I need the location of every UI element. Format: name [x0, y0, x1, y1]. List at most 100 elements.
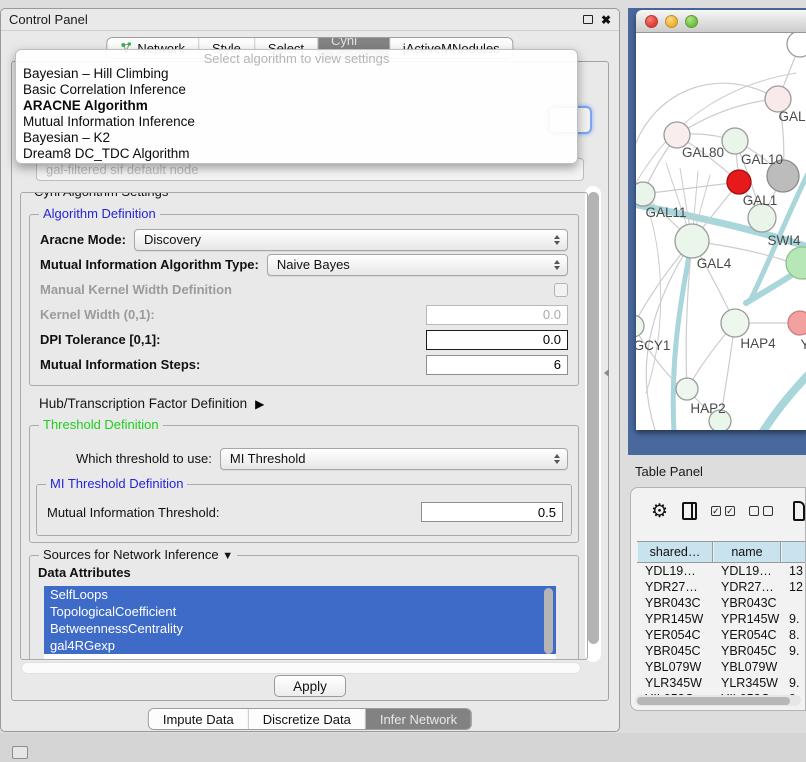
- algorithm-option[interactable]: Dream8 DC_TDC Algorithm: [16, 146, 577, 162]
- application-background: Control Panel ✖ NetworkStyleSelectCyni T…: [0, 0, 806, 762]
- attribute-list-item[interactable]: TopologicalCoefficient: [44, 603, 556, 620]
- aracne-mode-label: Aracne Mode:: [40, 232, 126, 247]
- kernel-width-field[interactable]: 0.0: [426, 305, 568, 325]
- data-attributes-list[interactable]: SelfLoopsTopologicalCoefficientBetweenne…: [44, 586, 556, 660]
- network-node[interactable]: [675, 224, 709, 258]
- tab-infer-network[interactable]: Infer Network: [366, 709, 471, 729]
- panel-splitter-handle[interactable]: [604, 369, 609, 377]
- network-node[interactable]: [636, 315, 644, 337]
- aracne-mode-combo[interactable]: Discovery: [134, 229, 568, 251]
- table-horizontal-scrollbar[interactable]: [635, 695, 801, 706]
- minimize-traffic-light-icon[interactable]: [665, 15, 678, 28]
- hub-definition-expander[interactable]: Hub/Transcription Factor Definition ▶: [39, 396, 264, 411]
- which-threshold-combo[interactable]: MI Threshold: [220, 448, 568, 470]
- kernel-width-label: Kernel Width (0,1):: [40, 307, 155, 322]
- scrollbar-thumb[interactable]: [588, 192, 599, 644]
- column-header[interactable]: name: [713, 542, 781, 562]
- table-row[interactable]: YPR145WYPR145W9.: [637, 611, 806, 627]
- network-node[interactable]: [748, 204, 776, 232]
- dpi-tolerance-field[interactable]: 0.0: [426, 330, 568, 350]
- network-graph: GALGAL80GAL10GAL11GAL1SWI4GAL4GCY1HAP4YH…: [636, 33, 806, 430]
- column-header[interactable]: [781, 542, 806, 562]
- close-icon[interactable]: ✖: [601, 14, 611, 26]
- table-header-row: shared…name: [637, 541, 806, 563]
- network-node[interactable]: [721, 309, 749, 337]
- network-node[interactable]: [636, 182, 655, 206]
- combo-spinner-icon: [554, 454, 560, 464]
- table-row[interactable]: YBR043CYBR043C: [637, 595, 806, 611]
- algorithm-option[interactable]: Mutual Information Inference: [16, 114, 577, 130]
- table-row[interactable]: YLR345WYLR345W9.: [637, 675, 806, 691]
- attribute-list-item[interactable]: SelfLoops: [44, 586, 556, 603]
- combo-spinner-icon: [554, 235, 560, 245]
- algorithm-option[interactable]: ARACNE Algorithm: [16, 98, 577, 114]
- network-edge-thick[interactable]: [762, 369, 806, 430]
- table-cell: YER054C: [713, 627, 781, 643]
- table-row[interactable]: YBR045CYBR045C9.: [637, 643, 806, 659]
- table-row[interactable]: YDR27…YDR27…12: [637, 579, 806, 595]
- group-title: Threshold Definition: [39, 417, 163, 432]
- restore-panel-icon[interactable]: [12, 746, 28, 759]
- table-row[interactable]: YDL19…YDL19…13: [637, 563, 806, 579]
- table-row[interactable]: YBL079WYBL079W: [637, 659, 806, 675]
- group-title: Cyni Algorithm Settings: [30, 192, 172, 199]
- algorithm-option[interactable]: Bayesian – K2: [16, 130, 577, 146]
- mi-algorithm-type-combo[interactable]: Naive Bayes: [267, 254, 568, 276]
- network-node[interactable]: [676, 378, 698, 400]
- network-window-titlebar[interactable]: [636, 10, 806, 33]
- network-canvas[interactable]: GALGAL80GAL10GAL11GAL1SWI4GAL4GCY1HAP4YH…: [636, 33, 806, 430]
- sources-expander[interactable]: Sources for Network Inference ▼: [39, 547, 237, 562]
- network-edge[interactable]: [643, 182, 739, 194]
- network-edge[interactable]: [636, 326, 677, 384]
- manual-kernel-checkbox[interactable]: [554, 283, 568, 297]
- network-node[interactable]: [727, 170, 751, 194]
- table-cell: 13: [781, 563, 806, 579]
- scrollbar-thumb[interactable]: [637, 697, 790, 705]
- combo-spinner-icon: [554, 260, 560, 270]
- table-cell: YBL079W: [713, 659, 781, 675]
- settings-horizontal-scrollbar[interactable]: [21, 662, 581, 674]
- node-label: Y: [800, 337, 806, 352]
- column-header[interactable]: shared…: [637, 542, 713, 562]
- tab-discretize-data[interactable]: Discretize Data: [249, 709, 366, 729]
- cyni-mode-tabbar: Impute DataDiscretize DataInfer Network: [148, 708, 472, 730]
- tab-impute-data[interactable]: Impute Data: [149, 709, 249, 729]
- table-cell: YBL079W: [637, 659, 713, 675]
- algorithm-option[interactable]: Bayesian – Hill Climbing: [16, 66, 577, 82]
- data-attributes-label: Data Attributes: [38, 565, 131, 580]
- list-scrollbar-thumb[interactable]: [544, 588, 553, 654]
- table-cell: YPR145W: [637, 611, 713, 627]
- table-cell: YPR145W: [713, 611, 781, 627]
- attribute-list-item[interactable]: BetweennessCentrality: [44, 620, 556, 637]
- table-cell: YER054C: [637, 627, 713, 643]
- node-table: shared…name YDL19…YDL19…13YDR27…YDR27…12…: [637, 541, 806, 703]
- table-cell: YDL19…: [637, 563, 713, 579]
- select-all-columns-icon[interactable]: ✓✓: [711, 506, 735, 516]
- table-body: YDL19…YDL19…13YDR27…YDR27…12YBR043CYBR04…: [637, 563, 806, 703]
- columns-icon[interactable]: [682, 502, 697, 520]
- table-row[interactable]: YER054CYER054C8.: [637, 627, 806, 643]
- close-traffic-light-icon[interactable]: [645, 15, 658, 28]
- algorithm-option[interactable]: Basic Correlation Inference: [16, 82, 577, 98]
- apply-button[interactable]: Apply: [274, 675, 346, 697]
- export-table-icon[interactable]: [793, 501, 805, 521]
- node-label: GAL10: [741, 152, 783, 167]
- gear-icon[interactable]: ⚙: [651, 502, 668, 521]
- network-view-window: GALGAL80GAL10GAL11GAL1SWI4GAL4GCY1HAP4YH…: [636, 10, 806, 430]
- node-label: GAL80: [682, 145, 724, 160]
- mi-threshold-label: Mutual Information Threshold:: [47, 505, 219, 520]
- expand-right-icon: ▶: [255, 397, 264, 411]
- table-cell: YDL19…: [713, 563, 781, 579]
- node-label: GCY1: [636, 338, 670, 353]
- network-node[interactable]: [788, 311, 806, 335]
- mi-steps-field[interactable]: 6: [426, 355, 568, 375]
- network-node[interactable]: [722, 128, 748, 154]
- deselect-all-columns-icon[interactable]: [749, 506, 773, 516]
- node-label: GAL1: [743, 193, 778, 208]
- float-window-icon[interactable]: [583, 15, 593, 24]
- network-node[interactable]: [787, 33, 806, 57]
- zoom-traffic-light-icon[interactable]: [685, 15, 698, 28]
- mi-threshold-field[interactable]: 0.5: [421, 502, 563, 522]
- attribute-list-item[interactable]: gal4RGexp: [44, 637, 556, 654]
- table-cell: YDR27…: [637, 579, 713, 595]
